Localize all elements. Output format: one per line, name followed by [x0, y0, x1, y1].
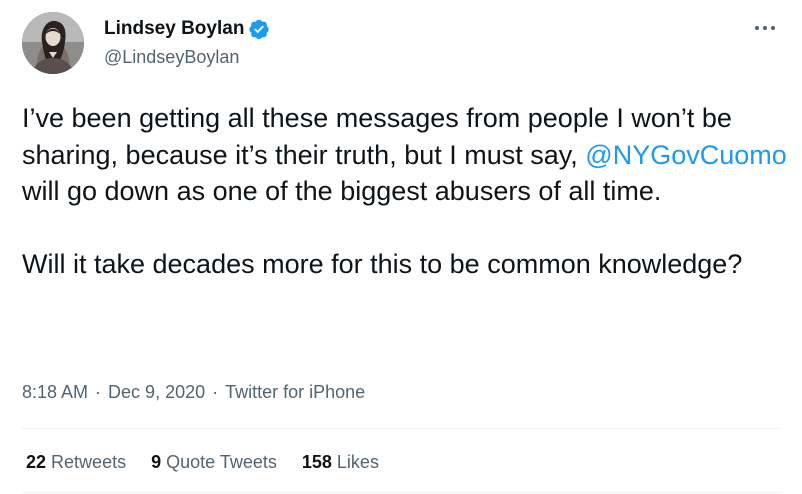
tweet-date[interactable]: Dec 9, 2020 — [108, 382, 205, 403]
tweet-meta: 8:18 AM · Dec 9, 2020 · Twitter for iPho… — [22, 382, 365, 403]
author-display-name[interactable]: Lindsey Boylan — [104, 18, 244, 40]
tweet-text: I’ve been getting all these messages fro… — [22, 100, 792, 282]
more-options-icon[interactable] — [752, 18, 778, 38]
tweet-text-segment: will go down as one of the biggest abuse… — [22, 176, 662, 206]
retweets-label: Retweets — [51, 452, 127, 472]
meta-separator: · — [212, 382, 219, 402]
author-avatar[interactable] — [22, 12, 84, 74]
tweet-time[interactable]: 8:18 AM — [22, 382, 88, 403]
meta-separator: · — [95, 382, 102, 402]
dot-icon — [771, 26, 775, 30]
likes-count: 158 — [301, 452, 332, 472]
dot-icon — [755, 26, 759, 30]
mention-link[interactable]: @NYGovCuomo — [585, 140, 786, 170]
tweet-card: Lindsey Boylan @LindseyBoylan I’ve been … — [0, 0, 802, 494]
retweets-stat[interactable]: 22 Retweets — [26, 452, 126, 473]
retweets-count: 22 — [26, 452, 47, 472]
tweet-stats: 22 Retweets 9 Quote Tweets 158 Likes — [26, 452, 404, 473]
likes-label: Likes — [336, 452, 379, 472]
tweet-source[interactable]: Twitter for iPhone — [225, 382, 365, 403]
author-handle[interactable]: @LindseyBoylan — [104, 47, 270, 68]
name-row: Lindsey Boylan — [104, 16, 270, 42]
divider — [22, 428, 780, 429]
quote-tweets-label: Quote Tweets — [166, 452, 277, 472]
tweet-header: Lindsey Boylan @LindseyBoylan — [22, 12, 780, 76]
verified-badge-icon — [248, 18, 270, 40]
divider — [22, 492, 780, 493]
likes-stat[interactable]: 158 Likes — [302, 452, 379, 473]
author-names: Lindsey Boylan @LindseyBoylan — [104, 16, 270, 68]
tweet-paragraph-1: I’ve been getting all these messages fro… — [22, 100, 792, 210]
dot-icon — [763, 26, 767, 30]
tweet-paragraph-2: Will it take decades more for this to be… — [22, 248, 743, 279]
quote-tweets-stat[interactable]: 9 Quote Tweets — [151, 452, 277, 473]
quote-tweets-count: 9 — [151, 452, 162, 472]
